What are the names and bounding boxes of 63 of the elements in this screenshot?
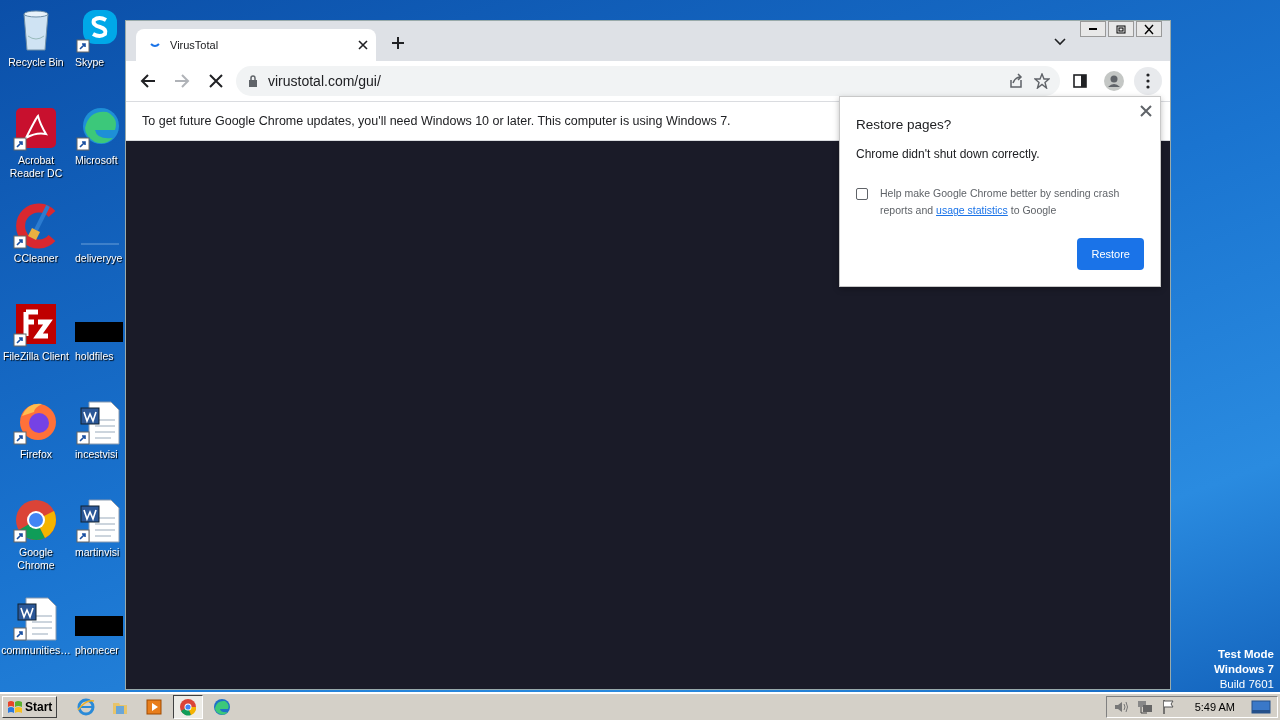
desktop-icon-label[interactable]: Acrobat Reader DC [0,154,72,180]
lock-icon [248,75,258,87]
minimize-button[interactable] [1080,21,1106,37]
restore-button[interactable] [1108,21,1134,37]
restore-icon [1115,23,1127,35]
side-panel-icon [1073,74,1087,88]
share-icon[interactable] [1008,73,1024,89]
desktop-icon-label[interactable]: Skype [75,56,105,69]
browser-tab[interactable]: VirusTotal [136,29,376,61]
address-bar[interactable]: virustotal.com/gui/ [236,66,1060,96]
close-icon[interactable] [358,40,368,50]
stop-icon [209,74,223,88]
star-icon[interactable] [1034,73,1050,89]
back-arrow-icon [140,73,156,89]
word-document-icon[interactable] [75,496,123,544]
desktop-icon-label[interactable]: Microsoft [75,154,118,167]
desktop-icon-label[interactable]: incestvisi [75,448,118,461]
word-document-icon[interactable] [12,594,60,642]
desktop-icon-label[interactable]: martinvisi [75,546,120,559]
plus-icon [391,36,405,50]
system-watermark-text: Build 7601 [1218,677,1274,692]
desktop-icon-label[interactable]: FileZilla Client [3,350,69,363]
flag-icon[interactable] [1160,699,1177,715]
start-button[interactable]: Start [2,696,58,718]
dialog-message: Chrome didn't shut down correctly. [856,146,1041,164]
url-text: virustotal.com/gui/ [268,71,382,91]
minimize-icon [1089,28,1097,30]
desktop-icon-label[interactable]: phonecer [75,644,119,657]
edge-icon [213,698,232,716]
checkbox[interactable] [856,188,868,201]
desktop-icon-label[interactable]: communities… [1,644,71,657]
close-icon[interactable] [1140,105,1152,117]
restore-button[interactable]: Restore [1077,237,1144,270]
desktop-icon-label[interactable]: Firefox [19,448,53,461]
system-watermark-text: Test Mode [1217,647,1274,662]
desktop-icon-label[interactable]: Google Chrome [0,546,72,572]
speaker-icon[interactable] [1112,699,1129,715]
menu-button[interactable] [1134,67,1162,95]
media-player-icon [145,698,164,716]
chrome-icon [179,698,198,716]
chevron-down-icon[interactable] [1054,37,1066,46]
windows-logo-icon [7,700,23,714]
person-icon [1104,71,1124,91]
desktop-icon-label[interactable]: holdfiles [75,350,114,363]
word-document-icon[interactable] [75,398,123,446]
checkbox-label: Help make Google Chrome better by sending crash reports and usage statistics to Google [880,186,1121,219]
usage-statistics-link[interactable]: usage statistics [936,204,1008,217]
close-icon [1143,23,1155,35]
clock[interactable]: 5:49 AM [1184,698,1243,716]
update-message: To get future Google Chrome updates, you'll need Windows 10 or later. This computer is using Windows 7. [142,112,731,130]
desktop-icon-label[interactable]: Recycle Bin [8,56,64,69]
internet-explorer-icon [77,698,96,716]
forward-arrow-icon [174,73,190,89]
system-watermark-text: Windows 7 [1214,662,1274,677]
dialog-title: Restore pages? [856,116,953,134]
tab-title: VirusTotal [170,37,220,53]
show-desktop-icon[interactable] [1251,699,1271,715]
close-button[interactable] [1136,21,1162,37]
desktop-icon-label[interactable]: deliveryye [75,252,123,265]
network-icon[interactable] [1136,699,1153,715]
desktop-icon-label[interactable]: CCleaner [13,252,59,265]
menu-icon [1146,73,1150,89]
taskbar-app-button[interactable] [173,695,204,719]
